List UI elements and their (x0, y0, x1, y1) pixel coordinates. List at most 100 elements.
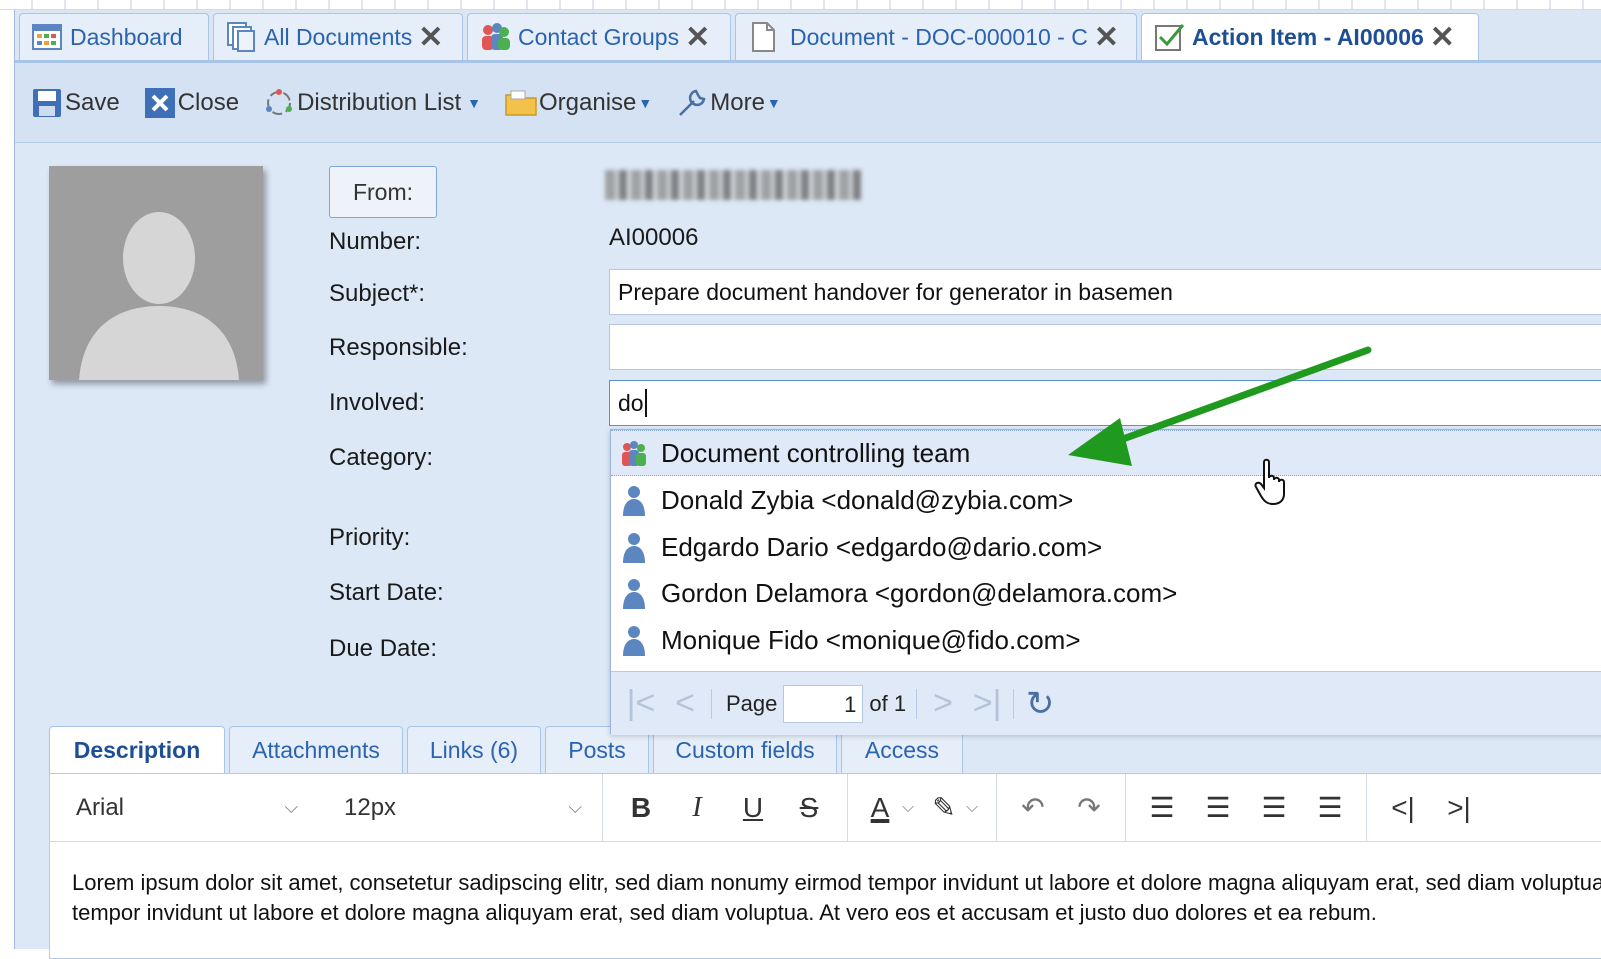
involved-value: do (618, 389, 644, 416)
outdent-icon[interactable]: <| (1375, 792, 1431, 824)
list-item[interactable]: Gordon Delamora <gordon@delamora.com> (611, 570, 1601, 616)
list-item-label: Gordon Delamora <gordon@delamora.com> (661, 577, 1178, 608)
font-size-select[interactable]: 12px ⌵ (318, 774, 602, 842)
subject-input[interactable]: Prepare document handover for generator … (609, 269, 1601, 315)
chevron-down-icon: ▼ (766, 94, 781, 111)
organise-label: Organise (538, 88, 637, 116)
tab-document-doc-000010[interactable]: Document - DOC-000010 - C ✕ (735, 13, 1137, 60)
page-of-label: of 1 (869, 690, 907, 716)
format-group: B I U S (602, 773, 847, 842)
text-cursor (644, 389, 647, 417)
close-icon[interactable]: ✕ (685, 20, 710, 55)
number-label: Number: (329, 228, 422, 255)
tab-description[interactable]: Description (49, 726, 225, 774)
align-group: ☰ ☰ ☰ ☰ (1125, 773, 1366, 842)
person-icon (623, 533, 645, 563)
font-size-value: 12px (344, 793, 397, 821)
first-page-icon[interactable]: |< (619, 684, 663, 723)
editor-content[interactable]: Lorem ipsum dolor sit amet, consetetur s… (72, 868, 1601, 928)
window-top-strip (0, 0, 1601, 10)
tab-all-documents[interactable]: All Documents ✕ (213, 13, 463, 60)
editor-line: tempor invidunt ut labore et dolore magn… (72, 900, 1377, 925)
responsible-input[interactable] (609, 324, 1601, 370)
next-page-icon[interactable]: > (921, 684, 965, 723)
close-icon[interactable]: ✕ (1094, 20, 1119, 55)
separator (1013, 688, 1015, 719)
distribution-list-label: Distribution List (297, 88, 462, 116)
chevron-down-icon: ▼ (638, 94, 653, 111)
separator (916, 688, 918, 719)
person-icon (623, 486, 645, 516)
from-button[interactable]: From: (329, 166, 437, 218)
indent-icon[interactable]: >| (1431, 792, 1487, 824)
start-date-label: Start Date: (329, 579, 444, 606)
align-right-icon[interactable]: ☰ (1246, 791, 1302, 824)
subject-value: Prepare document handover for generator … (618, 278, 1173, 305)
close-icon[interactable]: ✕ (1430, 20, 1455, 55)
more-button[interactable]: More ▼ (674, 83, 781, 123)
align-left-icon[interactable]: ☰ (1134, 791, 1190, 824)
chevron-down-icon[interactable]: ⌵ (966, 799, 986, 817)
highlight-color-icon[interactable]: ✎ (922, 791, 966, 824)
tab-links[interactable]: Links (6) (407, 726, 541, 774)
close-icon (144, 87, 175, 118)
avatar (49, 166, 263, 380)
font-family-value: Arial (76, 793, 125, 821)
wrench-icon (679, 89, 706, 116)
list-item[interactable]: Monique Fido <monique@fido.com> (611, 617, 1601, 663)
font-family-select[interactable]: Arial ⌵ (50, 774, 318, 842)
close-button[interactable]: Close (142, 83, 239, 123)
editor-line: Lorem ipsum dolor sit amet, consetetur s… (72, 870, 1601, 895)
application: Dashboard All Documents ✕ Contact Groups… (14, 10, 1601, 959)
organise-button[interactable]: Organise ▼ (503, 83, 652, 123)
list-item[interactable]: Donald Zybia <donald@zybia.com> (611, 477, 1601, 523)
color-group: A ⌵ ✎ ⌵ (847, 773, 996, 842)
dashboard-icon (32, 24, 62, 50)
category-label: Category: (329, 444, 434, 471)
last-page-icon[interactable]: >| (965, 684, 1009, 723)
list-item-label: Document controlling team (661, 437, 971, 468)
list-item-label: Monique Fido <monique@fido.com> (661, 624, 1081, 655)
save-button[interactable]: Save (29, 83, 120, 123)
separator (711, 688, 712, 719)
align-justify-icon[interactable]: ☰ (1302, 791, 1358, 824)
tab-action-item-ai00006[interactable]: Action Item - AI00006 ✕ (1141, 13, 1479, 60)
list-item[interactable]: Document controlling team (611, 430, 1601, 476)
person-silhouette-icon (79, 212, 239, 380)
chevron-down-icon: ⌵ (284, 797, 298, 817)
number-value: AI00006 (609, 224, 699, 251)
tab-label: Action Item - AI00006 (1192, 23, 1424, 50)
document-icon (752, 22, 775, 52)
strikethrough-icon[interactable]: S (781, 792, 837, 824)
align-center-icon[interactable]: ☰ (1190, 791, 1246, 824)
font-color-icon[interactable]: A (858, 792, 902, 824)
tab-contact-groups[interactable]: Contact Groups ✕ (467, 13, 731, 60)
page-number-input[interactable]: 1 (783, 684, 864, 723)
underline-icon[interactable]: U (725, 792, 781, 824)
close-label: Close (177, 88, 240, 116)
undo-icon[interactable]: ↶ (1005, 791, 1061, 824)
refresh-icon[interactable]: ↻ (1018, 684, 1062, 724)
redo-icon[interactable]: ↷ (1061, 791, 1117, 824)
folder-icon (505, 90, 537, 116)
involved-label: Involved: (329, 389, 426, 416)
bold-icon[interactable]: B (613, 792, 669, 824)
page-label: Page (726, 690, 778, 716)
distribution-list-button[interactable]: Distribution List ▼ (261, 83, 481, 123)
previous-page-icon[interactable]: < (663, 684, 707, 723)
tab-label: All Documents (264, 23, 413, 50)
tab-dashboard[interactable]: Dashboard (19, 13, 209, 60)
close-icon[interactable]: ✕ (418, 20, 443, 55)
tab-label: Document - DOC-000010 - C (790, 23, 1088, 50)
tab-label: Dashboard (70, 23, 183, 50)
italic-icon[interactable]: I (669, 792, 725, 824)
involved-input[interactable]: do (609, 380, 1601, 426)
distribution-list-icon (266, 88, 293, 115)
rich-text-editor: Arial ⌵ 12px ⌵ B I U S A ⌵ ✎ ⌵ ↶ ↷ ☰ ☰ ☰… (49, 773, 1601, 959)
save-label: Save (65, 88, 120, 116)
contact-group-icon (622, 441, 646, 466)
list-item[interactable]: Edgardo Dario <edgardo@dario.com> (611, 524, 1601, 570)
more-label: More (710, 88, 765, 116)
chevron-down-icon[interactable]: ⌵ (902, 799, 922, 817)
tab-attachments[interactable]: Attachments (229, 726, 403, 774)
